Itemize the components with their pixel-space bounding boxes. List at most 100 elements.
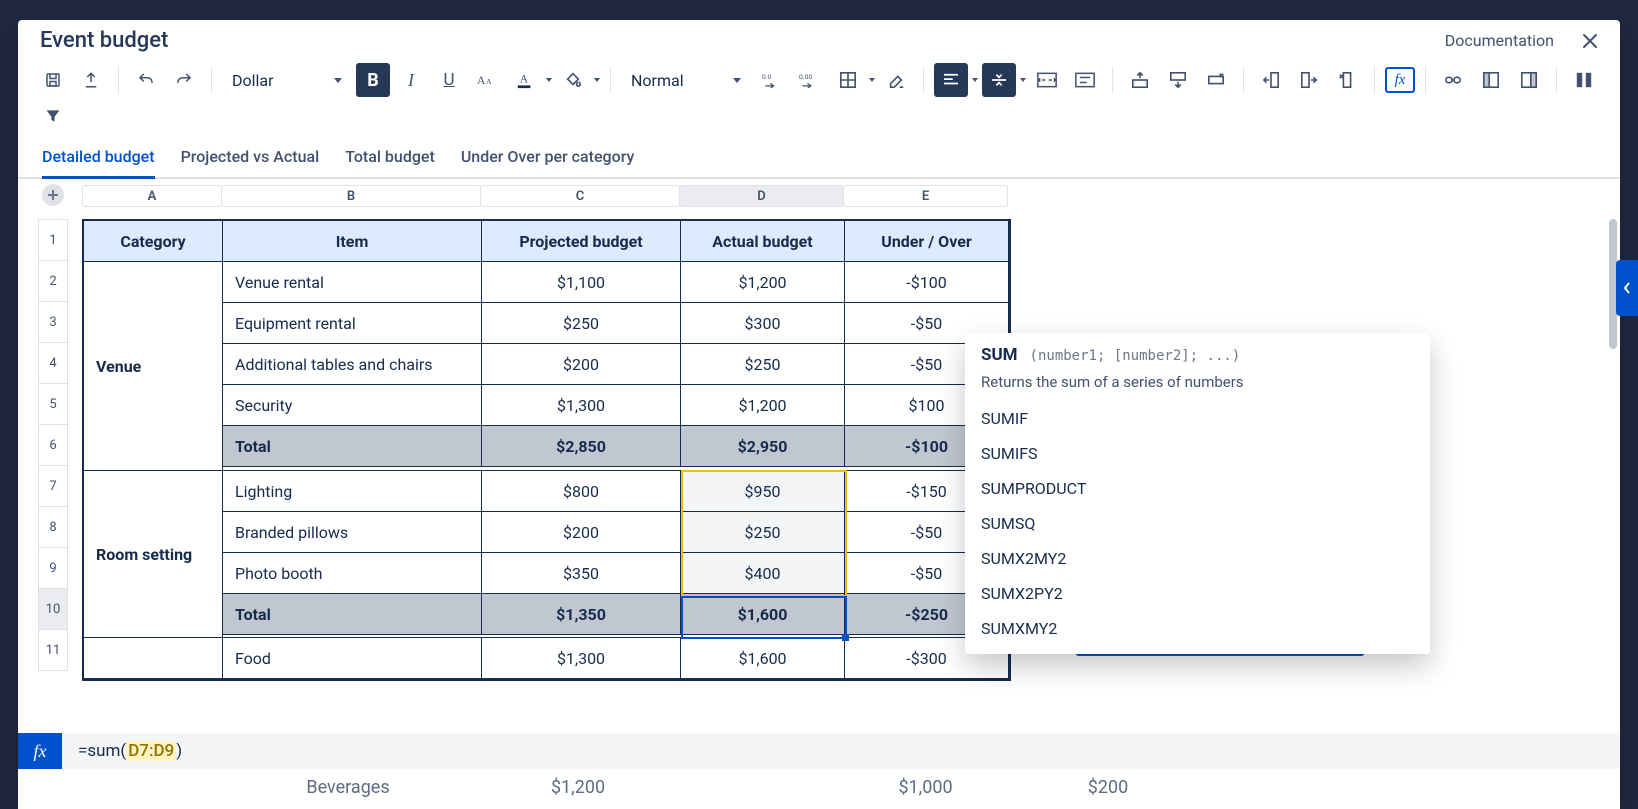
font-color-button[interactable]: A [508, 63, 552, 97]
actual-cell[interactable]: $400 [680, 552, 845, 594]
actual-cell[interactable]: $300 [680, 302, 845, 344]
table-header-cell[interactable]: Item [222, 220, 482, 262]
item-cell[interactable]: Security [222, 384, 482, 426]
sheet-tab[interactable]: Detailed budget [42, 147, 155, 179]
freeze-icon[interactable] [1474, 63, 1508, 97]
font-size-icon[interactable]: AA [470, 63, 504, 97]
formula-button[interactable]: fx [1385, 67, 1415, 93]
table-header-cell[interactable]: Under / Over [844, 220, 1009, 262]
row-header[interactable]: 3 [38, 301, 68, 343]
column-headers[interactable]: ABCDE [82, 185, 1608, 207]
projected-cell[interactable]: $250 [481, 302, 681, 344]
fill-color-button[interactable] [556, 63, 600, 97]
borders-button[interactable] [831, 63, 875, 97]
add-sheet-icon[interactable] [42, 184, 64, 206]
bold-button[interactable]: B [356, 63, 390, 97]
sidebar-toggle-icon[interactable] [1567, 63, 1601, 97]
row-header[interactable]: 8 [38, 506, 68, 548]
panel-icon[interactable] [1512, 63, 1546, 97]
italic-button[interactable]: I [394, 63, 428, 97]
column-header[interactable]: D [679, 185, 844, 207]
category-cell[interactable]: Venue [83, 261, 223, 471]
column-header[interactable]: A [82, 185, 222, 207]
row-header[interactable]: 11 [38, 629, 68, 671]
wrap-text-icon[interactable] [1068, 63, 1102, 97]
documentation-link[interactable]: Documentation [1445, 31, 1554, 50]
column-header[interactable]: C [480, 185, 680, 207]
projected-cell[interactable]: $1,350 [481, 593, 681, 635]
redo-icon[interactable] [167, 63, 201, 97]
projected-cell[interactable]: $800 [481, 470, 681, 512]
row-header[interactable]: 10 [38, 588, 68, 630]
category-cell[interactable]: Room setting [83, 470, 223, 638]
sheet-tab[interactable]: Projected vs Actual [181, 147, 320, 179]
actual-cell[interactable]: $950 [680, 470, 845, 512]
decrease-decimal-icon[interactable]: 0.0 [755, 63, 789, 97]
item-cell[interactable]: Food [222, 637, 482, 679]
item-cell[interactable]: Total [222, 425, 482, 467]
formula-bar[interactable]: fx =sum( D7:D9 ) [18, 733, 1620, 769]
v-align-button[interactable] [982, 63, 1026, 97]
insert-col-left-icon[interactable] [1254, 63, 1288, 97]
row-header[interactable]: 4 [38, 342, 68, 384]
column-header[interactable]: E [843, 185, 1008, 207]
filter-icon[interactable] [36, 99, 70, 133]
projected-cell[interactable]: $1,100 [481, 261, 681, 303]
side-panel-toggle[interactable] [1616, 260, 1638, 316]
projected-cell[interactable]: $1,300 [481, 637, 681, 679]
actual-cell[interactable]: $1,600 [680, 637, 845, 679]
item-cell[interactable]: Branded pillows [222, 511, 482, 553]
h-align-button[interactable] [934, 63, 978, 97]
actual-cell[interactable]: $2,950 [680, 425, 845, 467]
item-cell[interactable]: Lighting [222, 470, 482, 512]
row-header[interactable]: 6 [38, 424, 68, 466]
export-icon[interactable] [74, 63, 108, 97]
table-header-cell[interactable]: Projected budget [481, 220, 681, 262]
row-header[interactable]: 7 [38, 465, 68, 507]
delete-col-icon[interactable] [1330, 63, 1364, 97]
underover-cell[interactable]: -$100 [844, 261, 1009, 303]
item-cell[interactable]: Venue rental [222, 261, 482, 303]
projected-cell[interactable]: $200 [481, 511, 681, 553]
insert-row-above-icon[interactable] [1123, 63, 1157, 97]
row-header[interactable]: 5 [38, 383, 68, 425]
suggestion-item[interactable]: SUMIFS [965, 436, 1430, 471]
actual-cell[interactable]: $1,600 [680, 593, 845, 635]
column-header[interactable]: B [221, 185, 481, 207]
row-header[interactable]: 2 [38, 260, 68, 302]
undo-icon[interactable] [129, 63, 163, 97]
insert-col-right-icon[interactable] [1292, 63, 1326, 97]
projected-cell[interactable]: $2,850 [481, 425, 681, 467]
close-icon[interactable] [1578, 29, 1602, 53]
data-table[interactable]: CategoryItemProjected budgetActual budge… [82, 219, 1011, 681]
insert-row-below-icon[interactable] [1161, 63, 1195, 97]
row-header[interactable]: 9 [38, 547, 68, 589]
actual-cell[interactable]: $1,200 [680, 261, 845, 303]
projected-cell[interactable]: $350 [481, 552, 681, 594]
category-cell[interactable] [83, 637, 223, 679]
row-headers[interactable]: 1234567891011 [38, 219, 68, 670]
projected-cell[interactable]: $200 [481, 343, 681, 385]
formula-bar-input[interactable]: =sum( D7:D9 ) [62, 741, 182, 761]
save-icon[interactable] [36, 63, 70, 97]
item-cell[interactable]: Total [222, 593, 482, 635]
actual-cell[interactable]: $250 [680, 511, 845, 553]
merge-cells-icon[interactable] [1030, 63, 1064, 97]
suggestion-item[interactable]: SUMX2PY2 [965, 576, 1430, 611]
table-header-cell[interactable]: Category [83, 220, 223, 262]
row-header[interactable]: 1 [38, 219, 68, 261]
cell-style-select[interactable]: Normal [621, 63, 751, 97]
delete-row-icon[interactable] [1199, 63, 1233, 97]
actual-cell[interactable]: $1,200 [680, 384, 845, 426]
suggestion-item[interactable]: SUMPRODUCT [965, 471, 1430, 506]
suggestion-item[interactable]: SUMIF [965, 401, 1430, 436]
table-header-cell[interactable]: Actual budget [680, 220, 845, 262]
actual-cell[interactable]: $250 [680, 343, 845, 385]
number-format-select[interactable]: Dollar [222, 63, 352, 97]
suggestion-item[interactable]: SUMX2MY2 [965, 541, 1430, 576]
link-icon[interactable] [1436, 63, 1470, 97]
suggestion-item[interactable]: SUMXMY2 [965, 611, 1430, 646]
underline-button[interactable]: U [432, 63, 466, 97]
sheet-tab[interactable]: Total budget [345, 147, 435, 179]
item-cell[interactable]: Equipment rental [222, 302, 482, 344]
